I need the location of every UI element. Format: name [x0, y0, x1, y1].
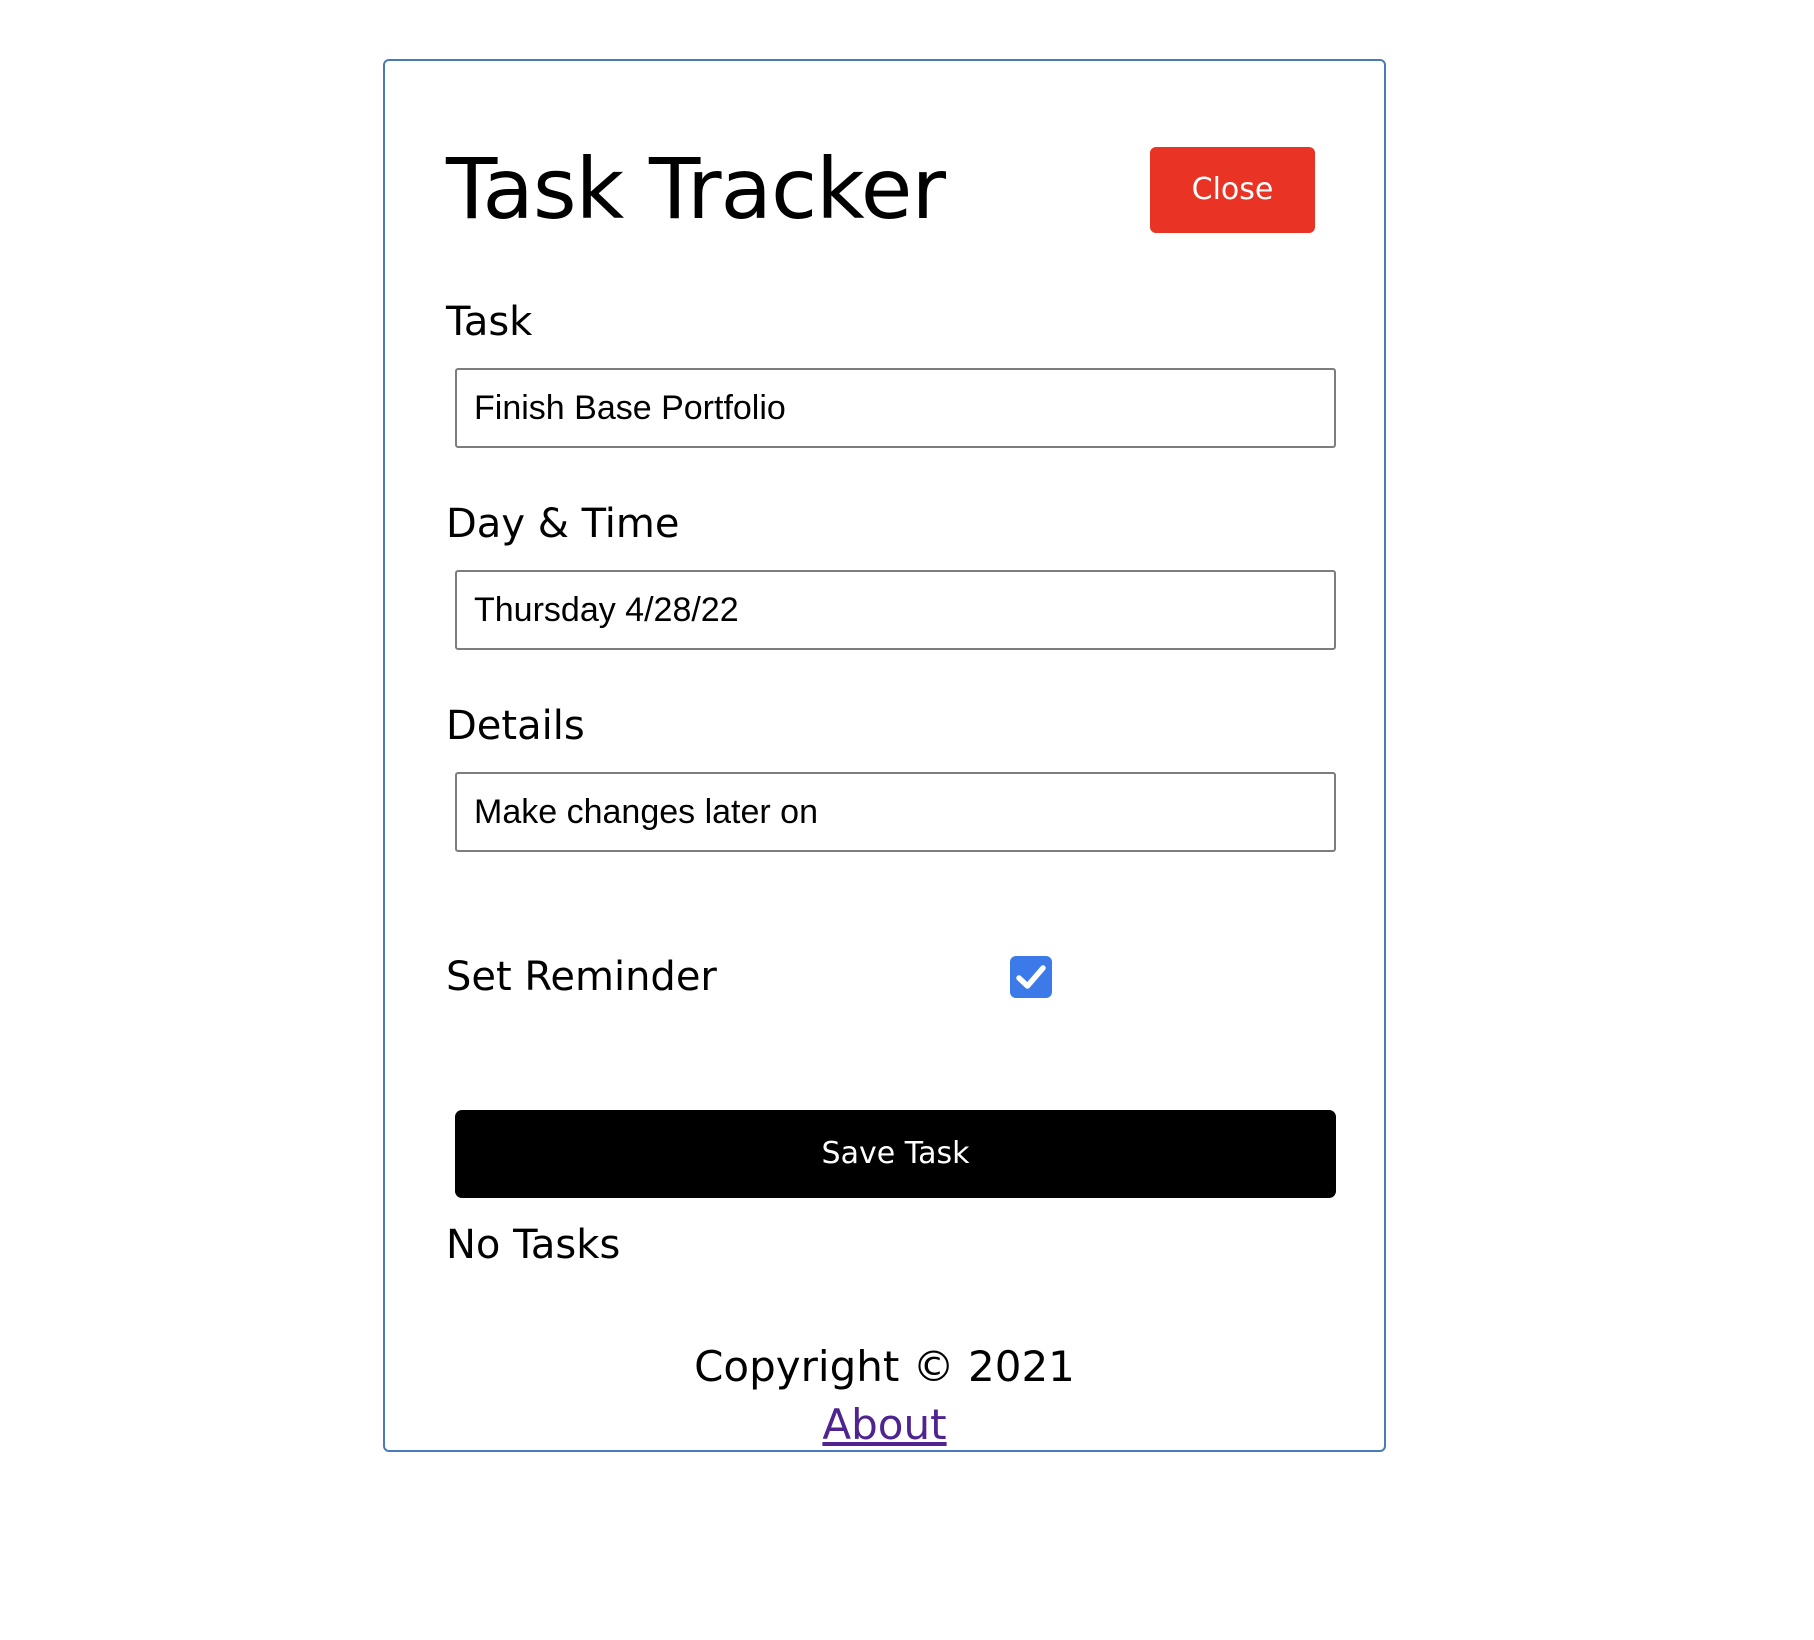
- page-title: Task Tracker: [446, 140, 946, 238]
- copyright-text: Copyright © 2021: [694, 1342, 1075, 1391]
- day-time-field-group: Day & Time: [446, 500, 1336, 650]
- details-field-group: Details: [446, 702, 1336, 852]
- details-input[interactable]: [455, 772, 1336, 852]
- save-task-button[interactable]: Save Task: [455, 1110, 1336, 1198]
- day-time-input[interactable]: [455, 570, 1336, 650]
- reminder-row: Set Reminder: [446, 949, 1336, 1005]
- day-time-label: Day & Time: [446, 501, 680, 547]
- checkmark-icon: [1016, 965, 1046, 989]
- about-link[interactable]: About: [822, 1396, 946, 1454]
- no-tasks-message: No Tasks: [446, 1222, 621, 1268]
- details-label: Details: [446, 703, 585, 749]
- close-button[interactable]: Close: [1150, 147, 1315, 233]
- task-label: Task: [446, 299, 533, 345]
- task-field-group: Task: [446, 298, 1336, 448]
- reminder-checkbox[interactable]: [1010, 956, 1052, 998]
- task-input[interactable]: [455, 368, 1336, 448]
- task-tracker-container: Task Tracker Close Task Day & Time Detai…: [383, 59, 1386, 1452]
- footer: Copyright © 2021 About: [385, 1338, 1384, 1454]
- reminder-label: Set Reminder: [446, 954, 717, 1000]
- header: Task Tracker Close: [446, 139, 1315, 239]
